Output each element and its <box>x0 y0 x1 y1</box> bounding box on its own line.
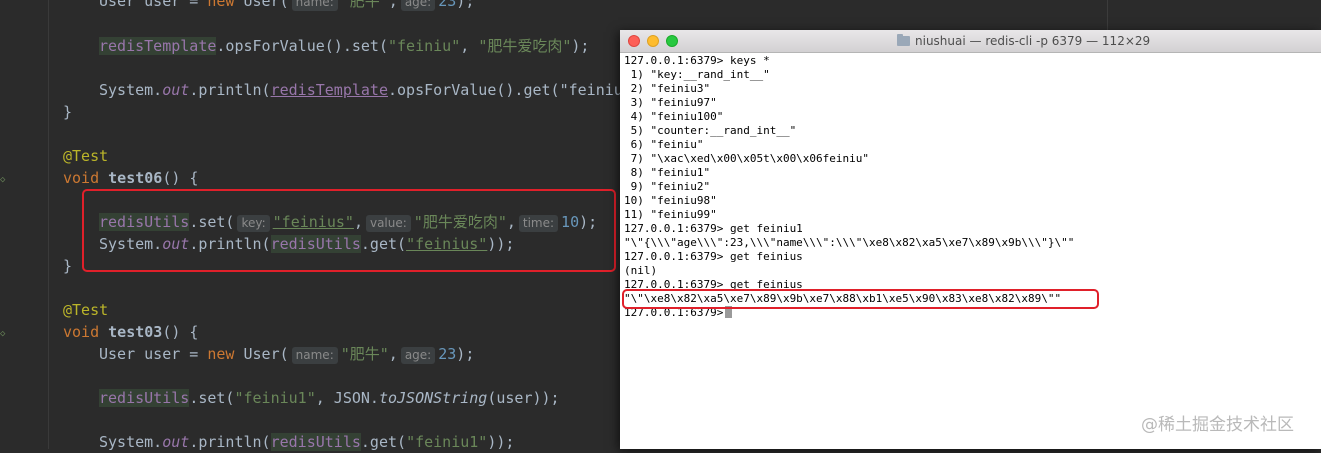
terminal-line: 10) "feiniu98" <box>624 194 717 207</box>
parameter-hint: name: <box>291 347 338 364</box>
terminal-line: 127.0.0.1:6379> get feinius <box>624 250 803 263</box>
terminal-line: 8) "feiniu1" <box>624 166 711 179</box>
terminal-line: 5) "counter:__rand_int__" <box>624 124 797 137</box>
terminal-line: "\"{\\\"age\\\":23,\\\"name\\\":\\\"\xe8… <box>624 236 1075 249</box>
terminal-line: 127.0.0.1:6379> get feiniu1 <box>624 222 803 235</box>
method-declaration[interactable]: void test06() { <box>63 167 198 189</box>
code-line[interactable]: User user = new User(name: "肥牛", age: 23); <box>99 0 474 12</box>
method-declaration[interactable]: void test03() { <box>63 321 198 343</box>
code-line[interactable]: } <box>63 101 72 123</box>
terminal-line: 7) "\xac\xed\x00\x05t\x00\x06feiniu" <box>624 152 870 165</box>
terminal-line: 2) "feiniu3" <box>624 82 711 95</box>
terminal-titlebar[interactable]: niushuai — redis-cli -p 6379 — 112×29 <box>620 30 1321 53</box>
terminal-line: 11) "feiniu99" <box>624 208 717 221</box>
code-line[interactable]: redisTemplate.opsForValue().set("feiniu"… <box>99 35 589 57</box>
minimize-button[interactable] <box>647 35 659 47</box>
terminal-line: 1) "key:__rand_int__" <box>624 68 770 81</box>
highlight-box-terminal <box>622 289 1099 309</box>
parameter-hint: age: <box>400 347 436 364</box>
terminal-line: 127.0.0.1:6379> keys * <box>624 54 770 67</box>
terminal-line: 9) "feiniu2" <box>624 180 711 193</box>
parameter-hint: name: <box>291 0 338 11</box>
code-line[interactable]: User user = new User(name: "肥牛", age: 23); <box>99 343 474 365</box>
code-line[interactable]: } <box>63 255 72 277</box>
run-test-icon[interactable]: ◇ <box>0 176 6 185</box>
terminal-line: 3) "feiniu97" <box>624 96 717 109</box>
terminal-line: (nil) <box>624 264 658 277</box>
terminal-output[interactable]: 127.0.0.1:6379> keys * 1) "key:__rand_in… <box>620 54 1321 449</box>
annotation[interactable]: @Test <box>63 145 108 167</box>
run-test-icon[interactable]: ◇ <box>0 330 6 339</box>
code-line[interactable]: redisUtils.set("feiniu1", JSON.toJSONStr… <box>99 387 560 409</box>
window-title: niushuai — redis-cli -p 6379 — 112×29 <box>915 34 1151 48</box>
code-line[interactable]: System.out.println(redisUtils.get("feini… <box>99 431 514 453</box>
watermark: @稀土掘金技术社区 <box>1141 415 1294 435</box>
parameter-hint: age: <box>400 0 436 11</box>
terminal-line: 4) "feiniu100" <box>624 110 724 123</box>
folder-icon <box>897 34 910 46</box>
annotation[interactable]: @Test <box>63 299 108 321</box>
terminal-window[interactable]: niushuai — redis-cli -p 6379 — 112×29 12… <box>620 30 1321 449</box>
gutter-divider <box>48 0 49 449</box>
maximize-button[interactable] <box>666 35 678 47</box>
terminal-line: 6) "feiniu" <box>624 138 704 151</box>
highlight-box-code <box>82 189 616 272</box>
code-line[interactable]: System.out.println(redisTemplate.opsForV… <box>99 79 623 101</box>
close-button[interactable] <box>628 35 640 47</box>
